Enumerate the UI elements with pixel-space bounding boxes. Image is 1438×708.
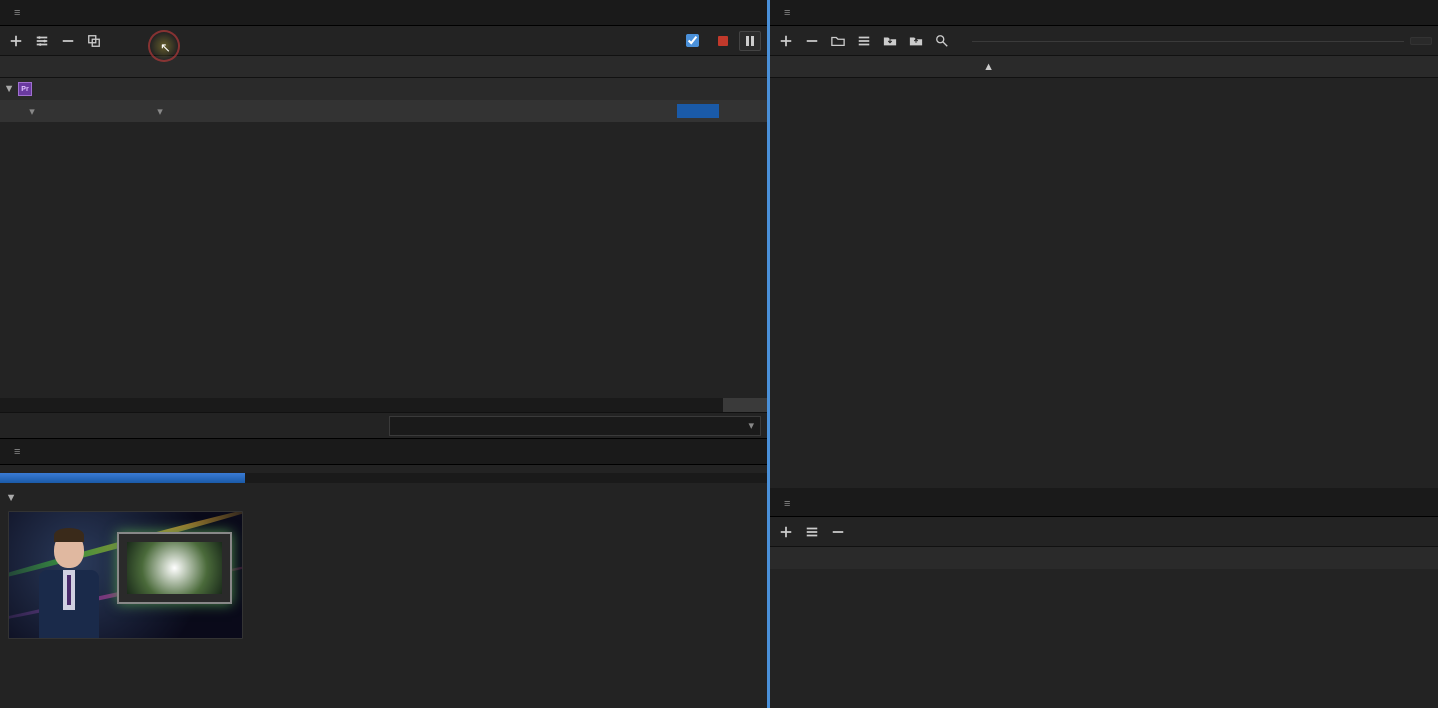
preset-menu-icon[interactable]: ≡	[784, 7, 790, 19]
premiere-badge-icon: Pr	[18, 82, 32, 96]
output-preview	[0, 505, 767, 708]
watch-settings-icon[interactable]	[802, 522, 822, 542]
new-preset-icon[interactable]	[776, 31, 796, 51]
delete-preset-icon[interactable]	[802, 31, 822, 51]
watch-tab[interactable]: ≡	[770, 491, 1438, 517]
auto-encode-checkbox[interactable]	[682, 31, 707, 50]
queue-project-row[interactable]: ▼ Pr	[0, 78, 767, 100]
twirl-down-icon[interactable]: ▼	[4, 84, 14, 94]
encoding-source	[0, 465, 767, 473]
encoding-progress	[0, 473, 767, 483]
encoding-tab[interactable]: ≡	[0, 439, 767, 465]
preset-tree[interactable]	[770, 78, 1438, 488]
output-preview-header[interactable]: ▼	[0, 491, 767, 505]
new-group-icon[interactable]	[828, 31, 848, 51]
twirl-down-icon[interactable]: ▼	[6, 493, 16, 503]
encoding-menu-icon[interactable]: ≡	[14, 446, 20, 458]
watch-menu-icon[interactable]: ≡	[784, 498, 790, 510]
add-source-icon[interactable]	[6, 31, 26, 51]
preset-columns: ▲	[770, 56, 1438, 78]
settings-icon[interactable]	[32, 31, 52, 51]
add-folder-icon[interactable]	[776, 522, 796, 542]
queue-item-row[interactable]: ▾ ▾	[0, 100, 767, 122]
col-preset-name[interactable]: ▲	[770, 61, 1000, 73]
remove-icon[interactable]	[58, 31, 78, 51]
sort-asc-icon: ▲	[983, 61, 994, 73]
duplicate-icon[interactable]	[84, 31, 104, 51]
watch-columns	[770, 547, 1438, 569]
chevron-down-icon: ▾	[748, 419, 754, 432]
queue-menu-icon[interactable]: ≡	[14, 7, 20, 19]
encoding-times	[0, 483, 767, 491]
watch-empty[interactable]	[770, 569, 1438, 708]
renderer-row: ▾	[0, 412, 767, 438]
queue-toolbar: ↖	[0, 26, 767, 56]
preset-tab[interactable]: ≡	[770, 0, 1438, 26]
search-icon[interactable]	[932, 31, 952, 51]
format-dropdown-icon[interactable]: ▾	[26, 105, 38, 117]
item-progress	[677, 104, 719, 118]
preset-toolbar	[770, 26, 1438, 56]
queue-columns	[0, 56, 767, 78]
apply-preset-button[interactable]	[1410, 37, 1432, 45]
watch-toolbar	[770, 517, 1438, 547]
remove-folder-icon[interactable]	[828, 522, 848, 542]
preview-thumbnail	[8, 511, 243, 639]
queue-tab[interactable]: ≡	[0, 0, 767, 26]
export-preset-icon[interactable]	[906, 31, 926, 51]
pause-button[interactable]	[739, 31, 761, 51]
stop-button[interactable]	[713, 31, 733, 51]
queue-body: ▼ Pr ▾ ▾	[0, 78, 767, 412]
output-metadata	[257, 511, 325, 702]
renderer-dropdown[interactable]: ▾	[389, 416, 761, 436]
item-status	[677, 104, 767, 118]
import-preset-icon[interactable]	[880, 31, 900, 51]
preset-settings-icon[interactable]	[854, 31, 874, 51]
queue-scrollbar[interactable]	[0, 398, 767, 412]
preset-dropdown-icon[interactable]: ▾	[154, 105, 166, 117]
